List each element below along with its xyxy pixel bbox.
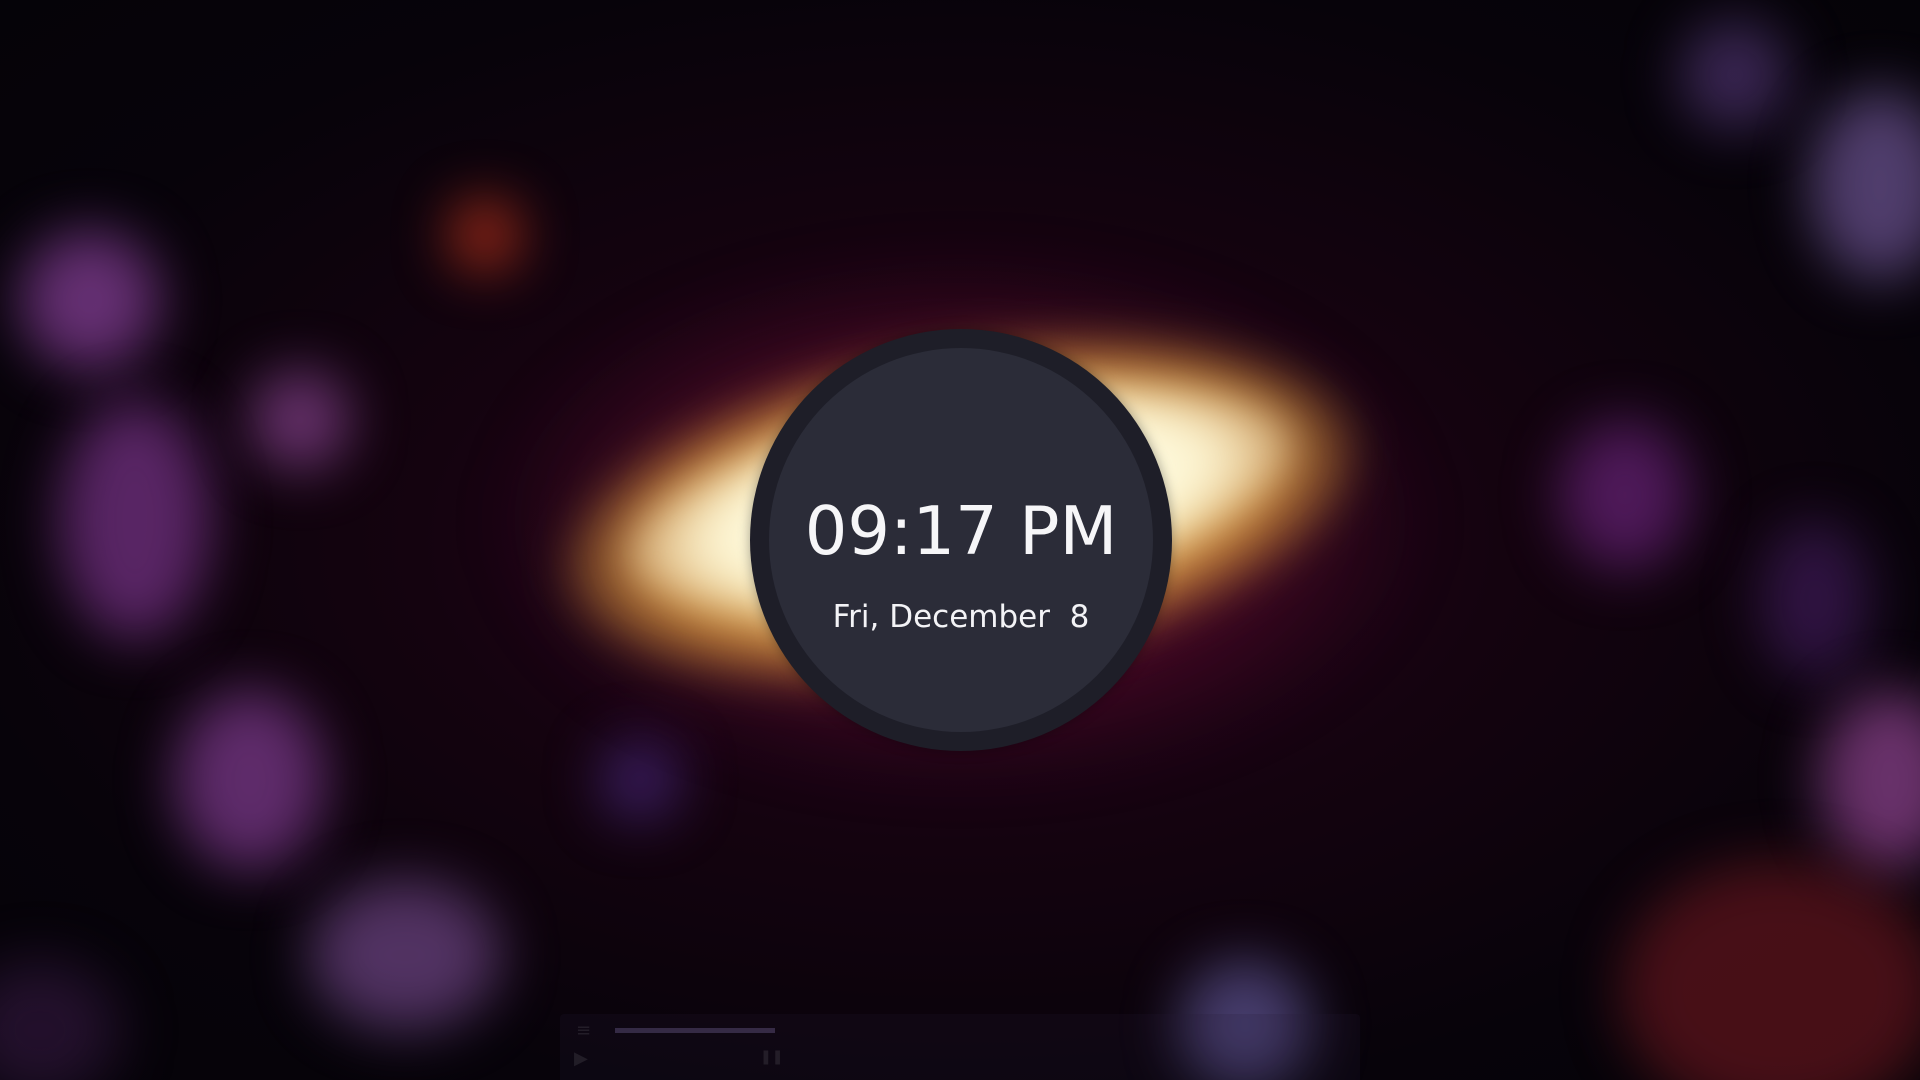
bokeh-blob: [250, 370, 350, 470]
bokeh-blob: [1760, 520, 1870, 680]
clock-face: 09:17 PM Fri, December 8: [769, 348, 1153, 732]
bokeh-blob: [310, 880, 500, 1030]
bokeh-blob: [1680, 20, 1790, 130]
media-progress-track: [615, 1028, 775, 1033]
clock-date: Fri, December 8: [832, 599, 1090, 635]
bokeh-blob: [1620, 860, 1920, 1080]
bokeh-blob: [20, 230, 160, 370]
bokeh-blob: [600, 740, 680, 820]
bokeh-blob: [175, 690, 325, 870]
bokeh-blob: [1810, 90, 1920, 280]
clock-time: 09:17 PM: [804, 492, 1118, 570]
clock-widget: 09:17 PM Fri, December 8: [750, 329, 1172, 751]
lock-screen: 09:17 PM Fri, December 8 ≡ ▶ ❚❚: [0, 0, 1920, 1080]
pause-icon: ❚❚: [760, 1049, 784, 1065]
bokeh-blob: [450, 200, 520, 270]
bokeh-blob: [60, 400, 210, 640]
bokeh-blob: [1560, 420, 1690, 570]
play-icon: ▶: [574, 1048, 588, 1069]
faded-media-panel: ≡ ▶ ❚❚: [560, 1014, 1360, 1080]
media-progress-fill: [615, 1028, 775, 1033]
bokeh-blob: [0, 960, 120, 1080]
menu-icon: ≡: [576, 1020, 592, 1041]
bokeh-blob: [1820, 690, 1920, 870]
